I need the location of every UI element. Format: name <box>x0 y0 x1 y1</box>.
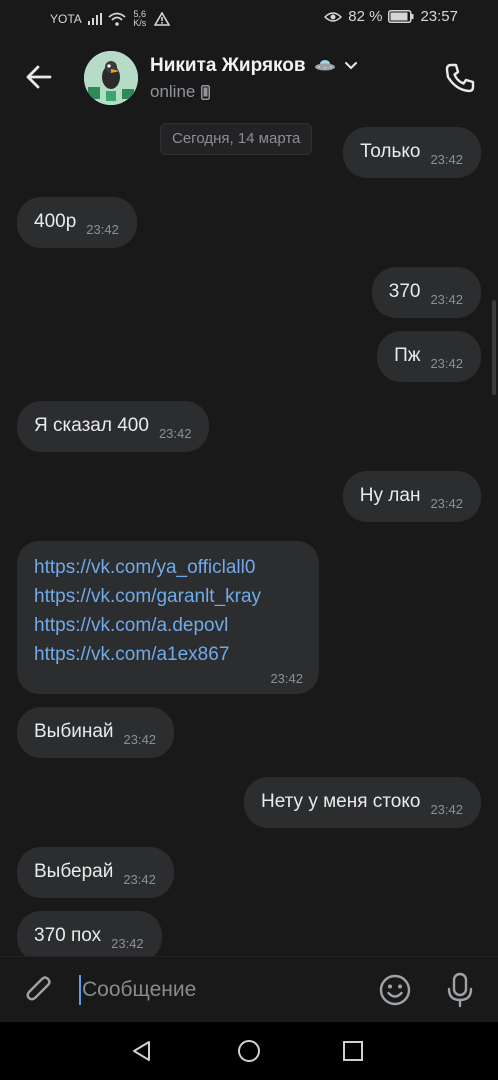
contact-name-row[interactable]: Никита Жиряков <box>150 55 358 77</box>
message-outgoing[interactable]: Только 23:42 <box>343 127 481 178</box>
paperclip-icon[interactable] <box>22 973 56 1007</box>
message-outgoing[interactable]: 370 23:42 <box>371 267 481 318</box>
online-label: online <box>150 82 196 101</box>
wifi-icon <box>108 12 126 26</box>
battery-percent: 82 % <box>348 8 383 25</box>
text-caret <box>79 975 81 1005</box>
scrollbar[interactable] <box>492 300 496 395</box>
battery-icon <box>388 10 414 23</box>
message-incoming[interactable]: Я сказал 400 23:42 <box>17 401 210 452</box>
message-incoming[interactable]: 370 пох 23:42 <box>17 911 162 956</box>
message-incoming-links[interactable]: https://vk.com/ya_officlall0 https://vk.… <box>17 541 319 694</box>
message-text: Нету у меня стоко <box>260 791 421 812</box>
clock: 23:57 <box>420 8 458 25</box>
microphone-icon[interactable] <box>443 971 477 1009</box>
message-text: 370 пох <box>34 925 102 946</box>
message-link[interactable]: https://vk.com/ya_officlall0 <box>34 553 303 582</box>
message-time: 23:42 <box>111 936 144 951</box>
chat-header: Никита Жиряков online <box>0 38 498 120</box>
message-outgoing[interactable]: Ну лан 23:42 <box>342 471 481 522</box>
chevron-down-icon[interactable] <box>344 61 358 71</box>
network-speed-unit: K/s <box>133 18 147 28</box>
network-speed: 5,6 K/s <box>132 10 148 28</box>
system-nav-bar <box>0 1022 498 1080</box>
message-time: 23:42 <box>430 802 463 817</box>
message-time: 23:42 <box>430 356 463 371</box>
contact-name: Никита Жиряков <box>150 55 306 76</box>
nav-recent-apps-icon[interactable] <box>342 1040 364 1062</box>
message-time: 23:42 <box>158 426 192 441</box>
nav-back-icon[interactable] <box>130 1039 154 1063</box>
message-time: 23:42 <box>123 872 156 887</box>
message-text: Выбинай <box>34 721 114 742</box>
phone-icon[interactable] <box>442 60 478 96</box>
ufo-emoji-icon <box>314 60 335 71</box>
online-status: online <box>150 82 211 102</box>
message-text: Только <box>360 141 421 162</box>
message-outgoing[interactable]: Нету у меня стоко 23:42 <box>243 777 481 828</box>
message-time: 23:42 <box>430 152 463 167</box>
message-time: 23:42 <box>86 222 119 237</box>
message-link[interactable]: https://vk.com/garanlt_kray <box>34 582 303 611</box>
message-incoming[interactable]: Выберай 23:42 <box>17 847 174 898</box>
message-text: Пж <box>394 345 421 366</box>
message-text: Ну лан <box>359 485 421 506</box>
message-time: 23:42 <box>123 732 157 747</box>
date-separator: Сегодня, 14 марта <box>160 123 313 155</box>
status-left: YOTA 5,6 K/s <box>50 10 170 28</box>
message-incoming[interactable]: Выбинай 23:42 <box>17 707 175 758</box>
warning-icon <box>153 12 170 26</box>
message-time: 23:42 <box>430 292 463 307</box>
nav-home-icon[interactable] <box>237 1039 261 1063</box>
message-text: Выберай <box>34 861 114 882</box>
message-incoming[interactable]: 400р 23:42 <box>17 197 137 248</box>
message-link[interactable]: https://vk.com/a1ex867 <box>34 640 303 669</box>
status-bar: YOTA 5,6 K/s 82 % 23:57 <box>0 0 498 38</box>
smile-icon[interactable] <box>378 973 412 1007</box>
signal-icon <box>87 13 102 25</box>
message-time: 23:42 <box>430 496 463 511</box>
avatar-image <box>84 51 138 105</box>
back-arrow-icon[interactable] <box>22 60 56 94</box>
eye-comfort-icon <box>324 11 343 22</box>
message-link[interactable]: https://vk.com/a.depovl <box>34 611 303 640</box>
message-list[interactable]: Сегодня, 14 марта Только 23:42 400р 23:42 … <box>0 120 498 956</box>
message-text: 400р <box>34 211 77 232</box>
message-text: Я сказал 400 <box>34 415 149 436</box>
mobile-device-icon <box>201 84 211 100</box>
carrier-label: YOTA <box>50 12 82 26</box>
message-time: 23:42 <box>270 671 303 686</box>
status-right: 82 % 23:57 <box>324 8 458 25</box>
message-composer <box>0 956 498 1022</box>
message-input[interactable] <box>82 971 362 1009</box>
avatar[interactable] <box>84 51 138 105</box>
message-text: 370 <box>388 281 421 302</box>
message-outgoing[interactable]: Пж 23:42 <box>377 331 481 382</box>
